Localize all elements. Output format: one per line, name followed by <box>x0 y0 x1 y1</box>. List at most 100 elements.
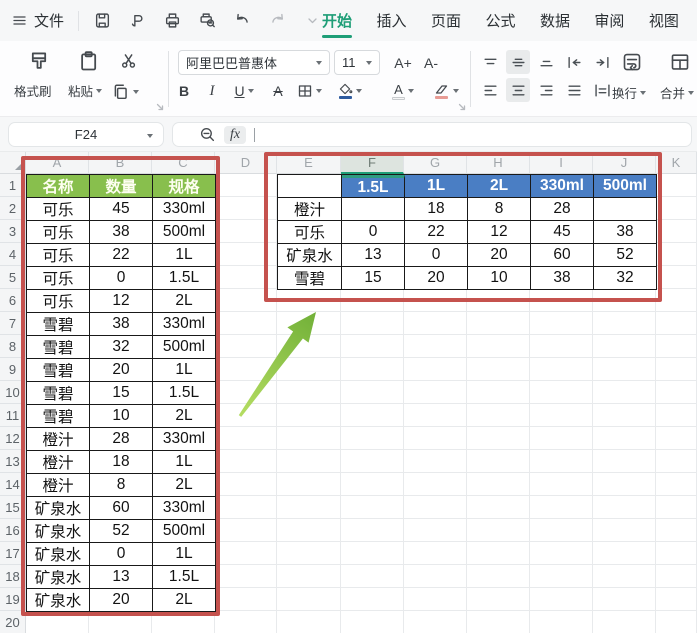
row-header-20[interactable]: 20 <box>0 611 26 633</box>
grid-cell[interactable] <box>341 611 404 633</box>
source-table-cell[interactable]: 500ml <box>153 520 216 543</box>
grid-cell[interactable] <box>593 588 656 611</box>
grid-cell[interactable] <box>656 565 697 588</box>
pivot-value-cell[interactable]: 22 <box>405 221 468 244</box>
source-table-cell[interactable]: 18 <box>90 451 153 474</box>
pivot-value-cell[interactable]: 15 <box>342 267 405 290</box>
grid-cell[interactable] <box>277 496 341 519</box>
paste-button[interactable] <box>72 47 106 75</box>
increase-font-button[interactable]: A+ <box>390 50 416 75</box>
grid-cell[interactable] <box>215 542 277 565</box>
grid-cell[interactable] <box>593 289 656 312</box>
source-table-cell[interactable]: 2L <box>153 405 216 428</box>
increase-indent-button[interactable] <box>590 50 614 74</box>
align-bottom-button[interactable] <box>534 50 558 74</box>
pivot-value-cell[interactable]: 32 <box>594 267 657 290</box>
source-table-cell[interactable]: 橙汁 <box>27 474 90 497</box>
grid-cell[interactable] <box>341 496 404 519</box>
grid-cell[interactable] <box>215 450 277 473</box>
source-table-cell[interactable]: 1L <box>153 451 216 474</box>
grid-cell[interactable] <box>530 404 593 427</box>
pivot-row-label-cell[interactable]: 雪碧 <box>278 267 342 290</box>
grid-cell[interactable] <box>530 450 593 473</box>
grid-cell[interactable] <box>277 427 341 450</box>
grid-cell[interactable] <box>593 381 656 404</box>
grid-cell[interactable] <box>656 542 697 565</box>
pivot-value-cell[interactable]: 8 <box>468 198 531 221</box>
column-header-K[interactable]: K <box>656 152 697 174</box>
pivot-row-label-cell[interactable]: 矿泉水 <box>278 244 342 267</box>
grid-cell[interactable] <box>341 358 404 381</box>
grid-cell[interactable] <box>593 565 656 588</box>
grid-cell[interactable] <box>656 519 697 542</box>
source-table-cell[interactable]: 45 <box>90 198 153 221</box>
pivot-value-cell[interactable]: 13 <box>342 244 405 267</box>
grid-cell[interactable] <box>593 335 656 358</box>
row-header-6[interactable]: 6 <box>0 289 26 312</box>
row-header-10[interactable]: 10 <box>0 381 26 404</box>
print-button[interactable] <box>163 12 181 30</box>
grid-cell[interactable] <box>404 542 467 565</box>
grid-cell[interactable] <box>404 404 467 427</box>
grid-cell[interactable] <box>404 519 467 542</box>
italic-button[interactable]: I <box>200 79 224 103</box>
grid-cell[interactable] <box>593 611 656 633</box>
grid-cell[interactable] <box>215 404 277 427</box>
underline-button[interactable]: U <box>228 79 260 103</box>
row-header-8[interactable]: 8 <box>0 335 26 358</box>
grid-cell[interactable] <box>467 450 530 473</box>
grid-cell[interactable] <box>152 611 215 633</box>
wrap-text-label[interactable]: 换行 <box>612 83 647 102</box>
source-table-cell[interactable]: 330ml <box>153 198 216 221</box>
source-table-cell[interactable]: 20 <box>90 589 153 612</box>
pivot-value-cell[interactable] <box>594 198 657 221</box>
source-table-header-cell[interactable]: 数量 <box>90 175 153 198</box>
pivot-value-cell[interactable]: 38 <box>594 221 657 244</box>
print-preview-button[interactable] <box>198 12 216 30</box>
grid-cell[interactable] <box>467 473 530 496</box>
grid-cell[interactable] <box>467 519 530 542</box>
grid-cell[interactable] <box>530 565 593 588</box>
pivot-row-label-cell[interactable]: 橙汁 <box>278 198 342 221</box>
source-table-cell[interactable]: 22 <box>90 244 153 267</box>
source-table-cell[interactable]: 1L <box>153 359 216 382</box>
grid-cell[interactable] <box>530 381 593 404</box>
align-right-button[interactable] <box>534 78 558 102</box>
source-table-cell[interactable]: 28 <box>90 428 153 451</box>
source-table-cell[interactable]: 1L <box>153 543 216 566</box>
grid-cell[interactable] <box>404 588 467 611</box>
grid-cell[interactable] <box>656 496 697 519</box>
redo-button[interactable] <box>268 12 286 30</box>
grid-cell[interactable] <box>593 519 656 542</box>
grid-cell[interactable] <box>656 174 697 197</box>
grid-cell[interactable] <box>530 312 593 335</box>
grid-cell[interactable] <box>215 243 277 266</box>
grid-cell[interactable] <box>215 312 277 335</box>
source-table-cell[interactable]: 52 <box>90 520 153 543</box>
tab-2[interactable]: 插入 <box>372 0 410 41</box>
source-table-cell[interactable]: 雪碧 <box>27 359 90 382</box>
group-expand-icon[interactable] <box>156 103 164 111</box>
row-header-13[interactable]: 13 <box>0 450 26 473</box>
save-button[interactable] <box>93 12 111 30</box>
grid-cell[interactable] <box>656 358 697 381</box>
pivot-column-header-cell[interactable]: 1L <box>405 175 468 198</box>
grid-cell[interactable] <box>593 427 656 450</box>
clear-format-button[interactable] <box>428 77 464 105</box>
source-table-cell[interactable]: 可乐 <box>27 267 90 290</box>
column-header-J[interactable]: J <box>593 152 656 174</box>
source-table-cell[interactable]: 8 <box>90 474 153 497</box>
column-header-H[interactable]: H <box>467 152 530 174</box>
pivot-value-cell[interactable]: 20 <box>468 244 531 267</box>
grid-cell[interactable] <box>404 312 467 335</box>
grid-cell[interactable] <box>341 450 404 473</box>
grid-cell[interactable] <box>467 404 530 427</box>
merge-cells-label[interactable]: 合并 <box>660 83 695 102</box>
grid-cell[interactable] <box>656 427 697 450</box>
tab-6[interactable]: 审阅 <box>590 0 628 41</box>
grid-cell[interactable] <box>404 335 467 358</box>
source-table-cell[interactable]: 雪碧 <box>27 405 90 428</box>
grid-cell[interactable] <box>215 266 277 289</box>
bold-button[interactable]: B <box>172 79 196 103</box>
grid-cell[interactable] <box>467 496 530 519</box>
